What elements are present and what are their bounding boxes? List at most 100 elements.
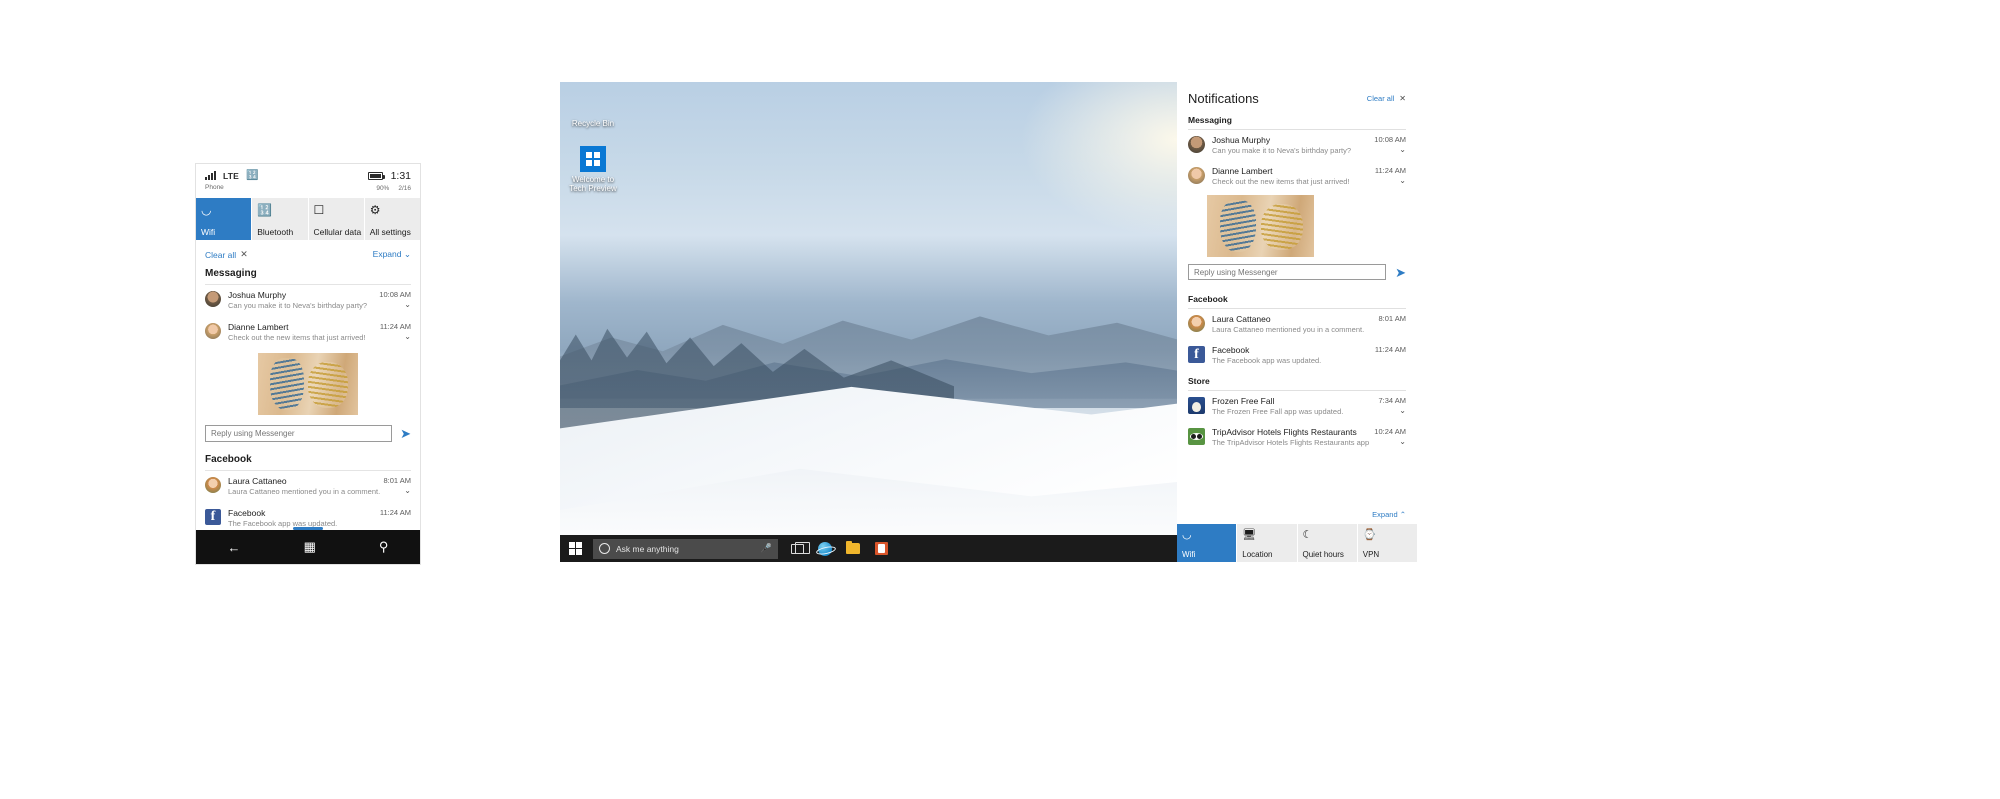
microphone-icon[interactable]: 🎤 [761, 543, 772, 554]
chevron-down-icon[interactable]: ⌄ [1399, 406, 1406, 415]
desktop-icon-welcome[interactable]: Welcome to Tech Preview [564, 146, 622, 193]
start-button[interactable] [560, 535, 591, 562]
phone-attachment-image[interactable] [205, 353, 411, 415]
jewelry-photo [1207, 195, 1314, 257]
notification-item[interactable]: f Facebook The Facebook app was updated.… [1177, 340, 1417, 371]
phone-status-right: 1:31 90% 2/16 [368, 170, 411, 192]
phone-quick-action-wifi[interactable]: ◡ Wifi [196, 198, 251, 240]
expand-button[interactable]: Expand ⌃ [1372, 510, 1406, 519]
quick-action-label: VPN [1363, 550, 1379, 559]
vpn-icon: ⌚ [1363, 529, 1412, 542]
phone-notification-item[interactable]: Dianne Lambert Check out the new items t… [196, 317, 420, 349]
phone-quick-action-label: Wifi [201, 227, 215, 237]
task-view-button[interactable] [784, 535, 810, 562]
close-icon[interactable]: ✕ [1399, 94, 1406, 103]
phone-expand-button[interactable]: Expand ⌄ [373, 249, 411, 260]
recycle-bin-icon [582, 90, 604, 116]
chevron-up-icon: ⌃ [1400, 510, 1406, 519]
chevron-down-icon[interactable]: ⌄ [1399, 145, 1406, 154]
facebook-logo-icon: f [205, 509, 221, 525]
chevron-down-icon[interactable]: ⌄ [404, 300, 411, 309]
avatar [205, 477, 221, 493]
notification-time: 10:08 AM [1374, 135, 1406, 144]
notification-message: The Facebook app was updated. [1212, 356, 1366, 366]
desktop-icon-label: Recycle Bin [572, 119, 614, 128]
office-icon [875, 542, 888, 555]
internet-explorer-button[interactable] [812, 535, 838, 562]
notification-attachment-image[interactable] [1207, 195, 1406, 257]
phone-notification-time: 11:24 AM [380, 322, 411, 331]
quick-action-label: Wifi [1182, 550, 1195, 559]
quick-action-quiet-hours[interactable]: ☾ Quiet hours [1298, 524, 1357, 562]
avatar [205, 291, 221, 307]
quick-action-location[interactable]: 🖥 Location [1237, 524, 1296, 562]
notification-time: 8:01 AM [1378, 314, 1406, 323]
clear-all-button[interactable]: Clear all ✕ [1367, 94, 1406, 103]
phone-group-title-messaging: Messaging [196, 264, 420, 284]
back-arrow-icon[interactable]: ← [228, 540, 241, 555]
tripadvisor-icon [1188, 428, 1205, 445]
phone-quick-action-settings[interactable]: ⚙ All settings [365, 198, 420, 240]
phone-notification-message: Can you make it to Neva's birthday party… [228, 301, 411, 311]
phone-notification-item[interactable]: Laura Cattaneo Laura Cattaneo mentioned … [196, 471, 420, 503]
notification-time: 11:24 AM [1375, 345, 1406, 354]
notification-item[interactable]: TripAdvisor Hotels Flights Restaurants T… [1177, 422, 1417, 453]
notification-item[interactable]: Laura Cattaneo Laura Cattaneo mentioned … [1177, 309, 1417, 340]
phone-clear-all-button[interactable]: Clear all ✕ [205, 249, 248, 260]
bluetooth-icon: 🔢 [257, 203, 302, 219]
phone-nav-bar: ← ▦ ⚲ [196, 530, 420, 564]
notification-title: Joshua Murphy [1212, 135, 1366, 146]
desktop-icon-label: Welcome to Tech Preview [569, 175, 617, 193]
phone-notification-item[interactable]: Joshua Murphy Can you make it to Neva's … [196, 285, 420, 317]
quick-action-label: Quiet hours [1303, 550, 1344, 559]
avatar [205, 323, 221, 339]
action-center-header: Notifications Clear all ✕ [1177, 82, 1417, 110]
notification-item[interactable]: Frozen Free Fall The Frozen Free Fall ap… [1177, 391, 1417, 422]
send-icon[interactable]: ➤ [1395, 266, 1406, 279]
phone-carrier-label: Phone [205, 184, 258, 191]
phone-quick-action-bluetooth[interactable]: 🔢 Bluetooth [252, 198, 307, 240]
avatar [1188, 136, 1205, 153]
notification-item[interactable]: Dianne Lambert Check out the new items t… [1177, 161, 1417, 192]
phone-reply-input[interactable] [205, 425, 392, 442]
page-title: Notifications [1188, 91, 1259, 106]
phone-expand-label: Expand [373, 249, 402, 259]
file-explorer-button[interactable] [840, 535, 866, 562]
phone-quick-actions: ◡ Wifi 🔢 Bluetooth ☐ Cellular data ⚙ All… [196, 198, 420, 240]
search-icon[interactable]: ⚲ [379, 539, 389, 555]
jewelry-photo [258, 353, 358, 415]
notification-title: TripAdvisor Hotels Flights Restaurants [1212, 427, 1372, 438]
internet-explorer-icon [818, 542, 832, 556]
notification-message: Laura Cattaneo mentioned you in a commen… [1212, 325, 1366, 335]
phone-reply-row: ➤ [196, 421, 420, 450]
frozen-free-fall-icon [1188, 397, 1205, 414]
phone-quick-action-label: Bluetooth [257, 227, 293, 237]
office-button[interactable] [868, 535, 894, 562]
group-title-facebook: Facebook [1177, 289, 1417, 308]
sim-card-icon: ☐ [314, 203, 359, 219]
phone-quick-action-cellular[interactable]: ☐ Cellular data [309, 198, 364, 240]
taskbar-search-box[interactable]: Ask me anything 🎤 [593, 539, 778, 559]
chevron-down-icon[interactable]: ⌄ [404, 486, 411, 495]
chevron-down-icon[interactable]: ⌄ [404, 332, 411, 341]
moon-icon: ☾ [1303, 529, 1352, 542]
avatar [1188, 315, 1205, 332]
expand-row: Expand ⌃ [1177, 506, 1417, 524]
signal-bars-icon [205, 171, 216, 180]
quick-action-vpn[interactable]: ⌚ VPN [1358, 524, 1417, 562]
bluetooth-icon: 🔢 [246, 171, 258, 181]
notification-item[interactable]: Joshua Murphy Can you make it to Neva's … [1177, 130, 1417, 161]
chevron-down-icon[interactable]: ⌄ [1399, 437, 1406, 446]
group-title-messaging: Messaging [1177, 110, 1417, 129]
windows-start-icon[interactable]: ▦ [304, 539, 316, 555]
chevron-down-icon[interactable]: ⌄ [1399, 176, 1406, 185]
notification-time: 11:24 AM [1375, 166, 1406, 175]
quick-action-wifi[interactable]: ◡ Wifi [1177, 524, 1236, 562]
desktop-icon-recycle-bin[interactable]: Recycle Bin [564, 90, 622, 128]
send-icon[interactable]: ➤ [400, 427, 411, 440]
wifi-icon: ◡ [201, 203, 246, 219]
location-display-icon: 🖥 [1242, 529, 1291, 542]
reply-input[interactable] [1188, 264, 1386, 280]
notification-list[interactable]: Messaging Joshua Murphy Can you make it … [1177, 110, 1417, 506]
action-center-quick-actions: ◡ Wifi 🖥 Location ☾ Quiet hours ⌚ VPN [1177, 524, 1417, 562]
